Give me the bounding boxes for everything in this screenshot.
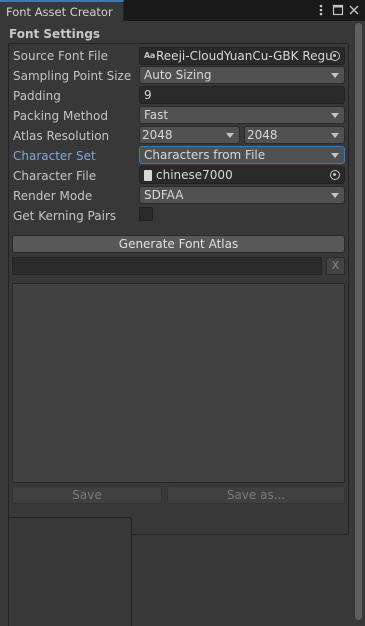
tab-label: Font Asset Creator [6,5,113,19]
render-mode-dropdown[interactable]: SDFAA [139,186,345,204]
chevron-down-icon [331,153,339,158]
character-set-label: Character Set [13,149,96,163]
atlas-texture-preview [8,517,132,626]
padding-input[interactable]: 9 [139,86,345,104]
chevron-down-icon [331,73,339,78]
source-font-file-value: Reeji-CloudYuanCu-GBK Regu [156,49,333,63]
text-file-icon [144,170,152,181]
padding-label: Padding [13,89,61,103]
clear-button[interactable]: X [326,257,345,275]
render-mode-value: SDFAA [144,188,184,202]
get-kerning-pairs-label: Get Kerning Pairs [13,209,117,223]
font-asset-icon: Aa [144,51,155,60]
character-set-value: Characters from File [144,148,266,162]
render-mode-label: Render Mode [13,189,93,203]
character-set-dropdown[interactable]: Characters from File [139,146,345,164]
font-asset-creator-panel: Font Settings Source Font File Aa Reeji-… [0,21,365,626]
atlas-width-value: 2048 [142,128,173,142]
more-options-icon[interactable] [315,3,327,17]
sampling-point-size-dropdown[interactable]: Auto Sizing [139,66,345,84]
object-picker-icon[interactable] [330,170,340,180]
save-as-button[interactable]: Save as... [167,486,345,504]
packing-method-value: Fast [144,108,169,122]
sampling-point-size-value: Auto Sizing [144,68,212,82]
section-title: Font Settings [9,27,101,41]
maximize-icon[interactable] [332,3,344,17]
chevron-down-icon [331,133,339,138]
chevron-down-icon [226,133,234,138]
atlas-resolution-label: Atlas Resolution [13,129,110,143]
padding-value: 9 [144,88,152,102]
character-file-label: Character File [13,169,97,183]
source-font-file-label: Source Font File [13,49,109,63]
generation-progress-bar [12,257,322,275]
packing-method-label: Packing Method [13,109,108,123]
save-button[interactable]: Save [12,486,162,504]
character-file-value: chinese7000 [156,168,233,182]
chevron-down-icon [331,193,339,198]
atlas-width-dropdown[interactable]: 2048 [139,126,240,144]
get-kerning-pairs-checkbox[interactable] [139,207,153,221]
source-font-file-field[interactable]: Aa Reeji-CloudYuanCu-GBK Regu [139,47,345,65]
window-tab-bar: Font Asset Creator [0,0,365,21]
packing-method-dropdown[interactable]: Fast [139,106,345,124]
object-picker-icon[interactable] [330,51,340,61]
character-file-field[interactable]: chinese7000 [139,166,345,184]
chevron-down-icon [331,113,339,118]
atlas-height-dropdown[interactable]: 2048 [244,126,345,144]
generate-font-atlas-button[interactable]: Generate Font Atlas [12,235,345,253]
close-icon[interactable] [348,3,360,17]
output-log-area[interactable] [12,283,345,483]
atlas-height-value: 2048 [247,128,278,142]
vertical-scrollbar-thumb[interactable] [355,23,362,620]
sampling-point-size-label: Sampling Point Size [13,69,132,83]
tab-font-asset-creator[interactable]: Font Asset Creator [0,0,124,21]
